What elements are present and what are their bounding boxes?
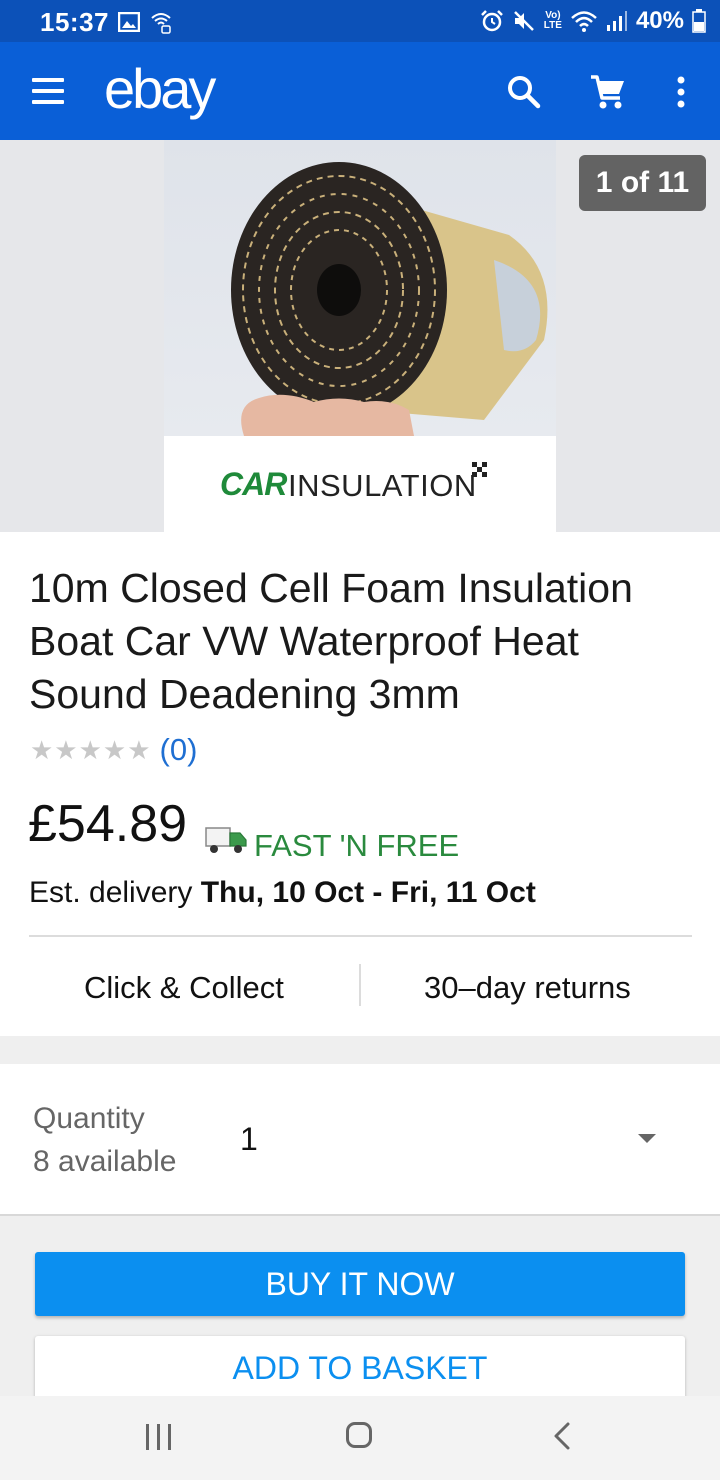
product-image[interactable]: CAR INSULATION	[164, 140, 556, 532]
item-details: 10m Closed Cell Foam Insulation Boat Car…	[0, 532, 720, 1036]
volte-icon: Vo) LTE	[543, 10, 562, 31]
item-price: £54.89	[28, 795, 188, 853]
alarm-icon	[480, 10, 503, 32]
feature-separator	[359, 964, 361, 1006]
wifi-icon	[571, 11, 597, 32]
brand-insulation-text: INSULATION	[288, 468, 477, 503]
search-icon[interactable]	[504, 72, 544, 112]
buy-it-now-button[interactable]: BUY IT NOW	[35, 1252, 685, 1316]
shipping-badge: FAST 'N FREE	[254, 828, 460, 863]
delivery-dates: Thu, 10 Oct - Fri, 11 Oct	[200, 876, 536, 909]
click-collect-feature[interactable]: Click & Collect	[84, 970, 284, 1006]
delivery-estimate: Est. delivery Thu, 10 Oct - Fri, 11 Oct	[29, 876, 536, 910]
signal-icon	[606, 11, 627, 31]
network-type: LTE	[543, 20, 562, 31]
delivery-label: Est. delivery	[29, 876, 193, 909]
quantity-section: Quantity 8 available 1	[0, 1064, 720, 1216]
mute-icon	[513, 11, 534, 31]
image-gallery[interactable]: CAR INSULATION 1 of 11	[0, 140, 720, 532]
checkered-flag-icon	[472, 462, 487, 477]
returns-feature[interactable]: 30–day returns	[424, 970, 631, 1006]
recents-icon[interactable]	[146, 1424, 174, 1450]
star-rating-icon: ★★★★★	[30, 734, 152, 765]
quantity-value: 1	[240, 1121, 258, 1157]
more-vert-icon[interactable]	[668, 74, 694, 110]
battery-icon	[692, 9, 706, 33]
ebay-logo[interactable]: ebay	[104, 56, 216, 121]
dropdown-arrow-icon	[638, 1134, 656, 1143]
wifi-call-icon	[151, 13, 171, 34]
home-icon[interactable]	[346, 1422, 372, 1448]
status-bar: 15:37 Vo) LTE 40%	[0, 0, 720, 42]
quantity-label: Quantity	[33, 1102, 145, 1135]
brand-logo: CAR INSULATION	[164, 436, 556, 532]
foam-roll-illustration	[231, 162, 548, 436]
item-title: 10m Closed Cell Foam Insulation Boat Car…	[29, 565, 633, 717]
rating[interactable]: ★★★★★ (0)	[30, 732, 197, 768]
brand-car-text: CAR	[220, 466, 287, 502]
product-photo	[164, 140, 556, 436]
cart-icon[interactable]	[588, 72, 628, 112]
image-icon	[118, 12, 140, 32]
image-counter: 1 of 11	[579, 155, 706, 211]
system-nav-bar	[0, 1396, 720, 1480]
quantity-select[interactable]: 1	[232, 1104, 672, 1174]
status-time: 15:37	[40, 7, 109, 37]
divider	[29, 935, 692, 937]
back-icon[interactable]	[550, 1420, 574, 1452]
battery-percent: 40%	[635, 7, 684, 34]
menu-icon[interactable]	[30, 76, 66, 106]
app-bar: ebay	[0, 42, 720, 140]
add-to-basket-button[interactable]: ADD TO BASKET	[35, 1336, 685, 1400]
quantity-available: 8 available	[33, 1145, 177, 1178]
delivery-van-icon	[205, 827, 247, 853]
rating-count-link[interactable]: (0)	[160, 732, 198, 768]
